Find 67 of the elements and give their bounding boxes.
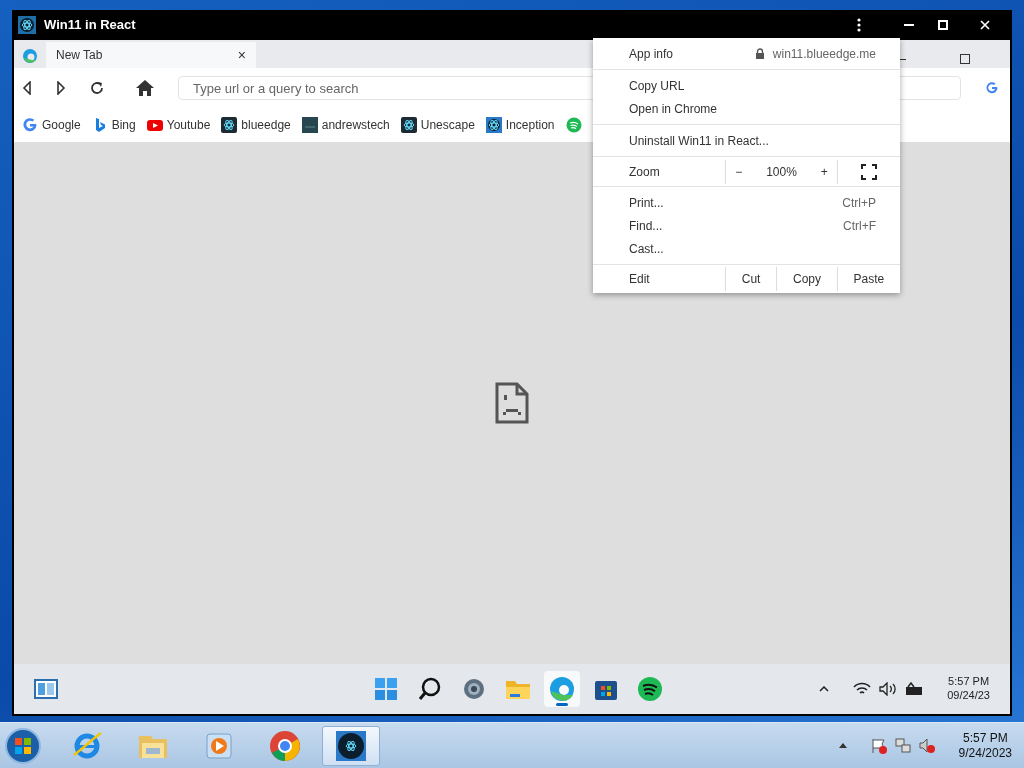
zoom-level: 100% bbox=[766, 163, 797, 181]
bookmark-link[interactable]: Google bbox=[42, 116, 81, 134]
tab-close-button[interactable]: × bbox=[237, 44, 246, 66]
reload-icon[interactable] bbox=[90, 81, 104, 95]
site-url: win11.blueedge.me bbox=[772, 45, 876, 63]
atom-icon bbox=[400, 117, 417, 133]
lock-icon bbox=[754, 48, 765, 59]
spotify-icon bbox=[637, 676, 663, 702]
clock-date: 09/24/23 bbox=[947, 689, 990, 703]
menu-label: Zoom bbox=[629, 164, 660, 179]
bookmark-link[interactable]: Bing bbox=[111, 116, 136, 134]
widgets-icon[interactable] bbox=[34, 679, 58, 699]
start-orb-icon[interactable] bbox=[4, 726, 42, 765]
sad-page-icon bbox=[495, 382, 529, 424]
home-icon[interactable] bbox=[136, 80, 154, 96]
taskbar-button[interactable] bbox=[322, 725, 380, 766]
clock-date: 9/24/2023 bbox=[958, 745, 1012, 761]
youtube-icon bbox=[146, 117, 163, 133]
flag-icon[interactable] bbox=[870, 737, 887, 754]
browser-tab[interactable]: New Tab × bbox=[46, 42, 256, 68]
menu-item[interactable]: Print... Ctrl+P bbox=[593, 191, 900, 214]
bookmark-link[interactable]: andrewstech bbox=[321, 116, 390, 134]
clock-time: 5:57 PM bbox=[961, 730, 1009, 746]
spotify-icon bbox=[565, 117, 582, 133]
bookmark-link[interactable]: Youtube bbox=[166, 116, 211, 134]
edge-icon bbox=[22, 48, 38, 64]
atom-icon bbox=[221, 117, 238, 133]
bookmark-link[interactable]: Unescape bbox=[420, 116, 475, 134]
atom-icon bbox=[485, 117, 502, 133]
forward-icon[interactable] bbox=[56, 81, 66, 95]
minimize-icon bbox=[904, 24, 914, 26]
menu-button[interactable]: Copy bbox=[793, 270, 821, 288]
clock-time: 5:57 PM bbox=[947, 675, 990, 689]
network-icon[interactable] bbox=[894, 737, 911, 754]
menu-item[interactable]: Open in Chrome bbox=[593, 97, 900, 120]
chrome-icon bbox=[269, 729, 301, 762]
search-icon bbox=[417, 676, 443, 702]
maximize-icon bbox=[938, 20, 948, 30]
speaker-icon[interactable] bbox=[879, 682, 898, 696]
window-title: Win11 in React bbox=[44, 16, 136, 35]
atom-icon bbox=[335, 729, 367, 762]
menu-button[interactable]: Cut bbox=[741, 270, 761, 288]
bookmark-link[interactable]: Inception bbox=[505, 116, 555, 134]
google-icon[interactable] bbox=[985, 81, 999, 95]
google-icon bbox=[22, 117, 38, 133]
chevron-up-icon[interactable] bbox=[819, 686, 830, 692]
start-icon bbox=[373, 676, 399, 702]
back-icon[interactable] bbox=[22, 81, 32, 95]
dark-square-icon bbox=[301, 117, 318, 133]
zoom-out-button[interactable]: − bbox=[735, 162, 743, 181]
maximize-icon[interactable] bbox=[960, 54, 970, 64]
menu-item[interactable]: Find... Ctrl+F bbox=[593, 214, 900, 237]
menu-item[interactable]: App info bbox=[629, 44, 674, 63]
menu-item[interactable]: Cast... bbox=[593, 237, 900, 260]
close-icon bbox=[980, 20, 990, 30]
menu-button[interactable]: Paste bbox=[853, 270, 885, 288]
menu-item[interactable]: Uninstall Win11 in React... bbox=[593, 129, 900, 152]
zoom-in-button[interactable]: + bbox=[820, 162, 828, 181]
bookmark-link[interactable]: blueedge bbox=[241, 116, 291, 134]
menu-label: Edit bbox=[629, 272, 650, 286]
wifi-icon[interactable] bbox=[853, 682, 872, 696]
fullscreen-icon[interactable] bbox=[861, 163, 877, 180]
menu-item[interactable]: Copy URL bbox=[593, 74, 900, 97]
chevron-up-icon[interactable] bbox=[838, 743, 847, 748]
kebab-icon bbox=[857, 18, 861, 32]
edge-icon bbox=[549, 676, 575, 702]
app-icon bbox=[18, 16, 36, 34]
